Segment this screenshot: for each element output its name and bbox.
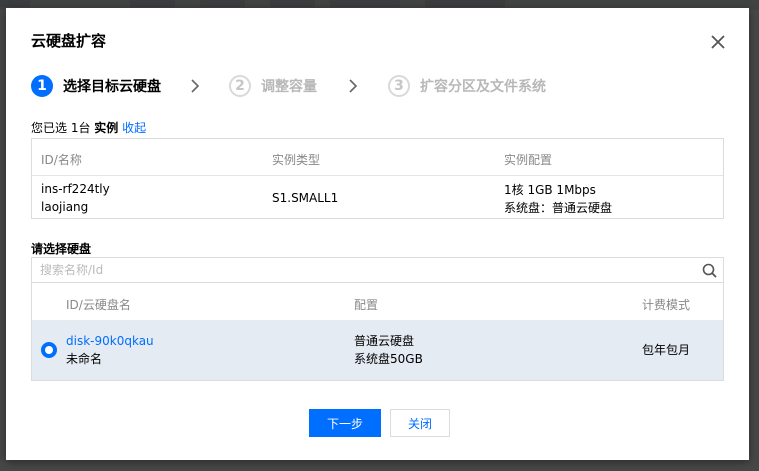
step-3: 3 扩容分区及文件系统 (388, 73, 546, 99)
instance-table-header: ID/名称 实例类型 实例配置 (32, 139, 723, 176)
column-header-instance-config: 实例配置 (504, 153, 553, 167)
step-2-number: 2 (229, 75, 251, 97)
step-1-number: 1 (31, 75, 53, 97)
collapse-link[interactable]: 收起 (122, 121, 146, 135)
disk-expand-dialog: 云硬盘扩容 1 选择目标云硬盘 2 调整容量 3 扩容分区及文件系统 您已选 1… (6, 8, 749, 460)
selection-count: 您已选 1台 (31, 121, 91, 135)
step-1-label: 选择目标云硬盘 (63, 79, 161, 95)
step-2-label: 调整容量 (261, 79, 317, 95)
disk-table: ID/云硬盘名 配置 计费模式 disk-90k0qkau 未命名 普通云硬盘 … (31, 283, 724, 381)
table-row[interactable]: disk-90k0qkau 未命名 普通云硬盘 系统盘50GB 包年包月 (32, 320, 723, 380)
instance-type: S1.SMALL1 (272, 191, 339, 205)
step-3-label: 扩容分区及文件系统 (420, 79, 546, 95)
disk-type: 普通云硬盘 (354, 334, 415, 348)
disk-search-box (31, 257, 724, 283)
column-header-disk-id: ID/云硬盘名 (66, 298, 131, 312)
selection-summary: 您已选 1台 实例 收起 (31, 119, 146, 136)
step-2: 2 调整容量 (229, 73, 317, 99)
instance-config-disk: 系统盘：普通云硬盘 (504, 201, 613, 215)
instance-name: laojiang (41, 200, 89, 214)
disk-search-input[interactable] (40, 261, 680, 279)
close-icon[interactable] (709, 33, 727, 51)
disk-size: 系统盘50GB (354, 352, 423, 366)
step-1: 1 选择目标云硬盘 (31, 73, 161, 99)
dialog-title: 云硬盘扩容 (31, 32, 107, 50)
instance-id: ins-rf224tly (41, 182, 110, 196)
disk-billing-mode: 包年包月 (642, 343, 691, 357)
disk-id-link[interactable]: disk-90k0qkau (66, 333, 154, 350)
disk-table-header: ID/云硬盘名 配置 计费模式 (32, 283, 723, 321)
column-header-id-name: ID/名称 (41, 153, 82, 167)
selection-noun: 实例 (94, 121, 119, 135)
step-3-number: 3 (388, 75, 410, 97)
instance-config-spec: 1核 1GB 1Mbps (504, 183, 596, 197)
column-header-instance-type: 实例类型 (272, 153, 321, 167)
chevron-right-icon (191, 79, 200, 93)
column-header-config: 配置 (354, 298, 379, 312)
next-step-button[interactable]: 下一步 (309, 409, 381, 437)
chevron-right-icon (349, 79, 358, 93)
close-button[interactable]: 关闭 (390, 409, 450, 437)
disk-section-label: 请选择硬盘 (31, 242, 92, 256)
disk-name: 未命名 (66, 352, 103, 366)
search-icon[interactable] (702, 263, 717, 278)
disk-radio-selected[interactable] (41, 342, 57, 358)
column-header-billing: 计费模式 (642, 298, 691, 312)
instance-table: ID/名称 实例类型 实例配置 ins-rf224tly laojiang S1… (31, 138, 724, 219)
